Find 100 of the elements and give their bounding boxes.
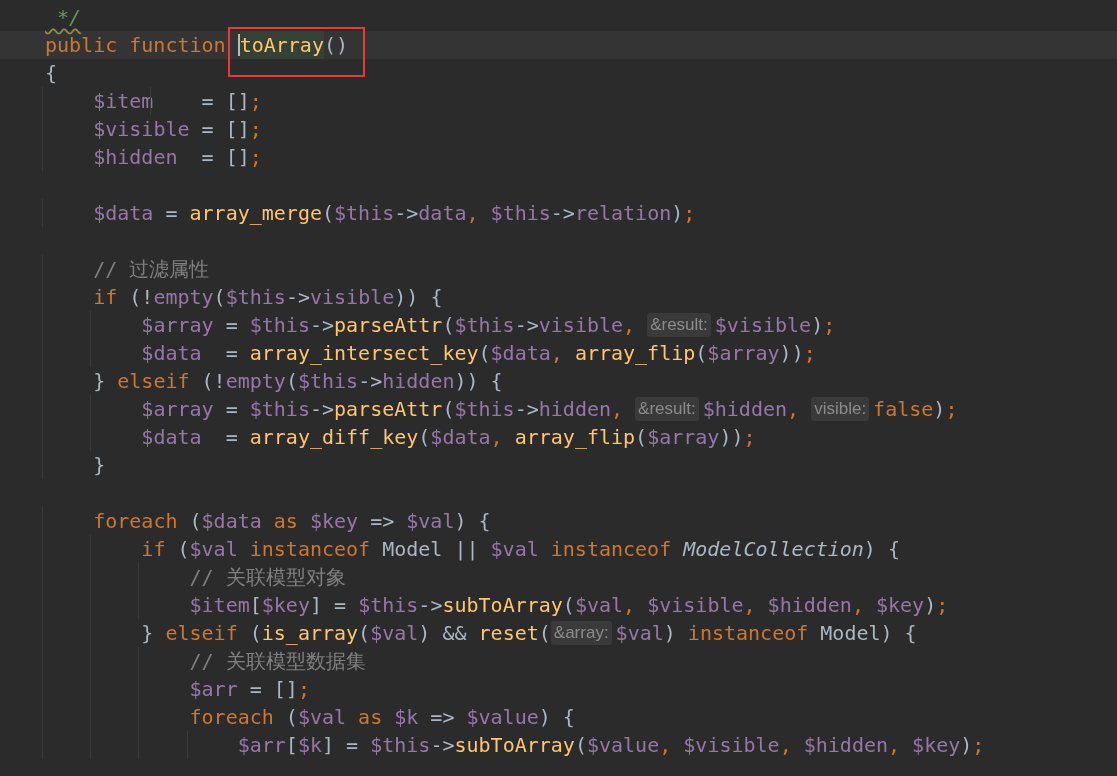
code-text: = [] (200, 115, 250, 143)
variable: $val (370, 619, 419, 647)
code-text: Model) { (820, 619, 917, 647)
keyword: public function (45, 31, 227, 59)
code-text: -> (394, 199, 419, 227)
code-text: ] = (322, 731, 360, 759)
variable: $array (45, 310, 214, 339)
keyword: ; (683, 199, 696, 227)
comment: // 关联模型对象 (45, 562, 346, 591)
variable: $hidden (45, 142, 178, 171)
variable: hidden (382, 367, 455, 395)
variable: $hidden (803, 731, 888, 759)
code-text: ) (960, 731, 973, 759)
variable: $val (615, 619, 664, 647)
variable: $val (297, 703, 347, 731)
code-text: = [] (153, 86, 250, 115)
code-text: ( (478, 339, 491, 367)
variable: $k (394, 703, 419, 731)
keyword: instanceof (686, 619, 810, 647)
code-text: ( (562, 591, 575, 619)
code-text: -> (418, 591, 443, 619)
variable: empty (153, 283, 214, 311)
variable: $data (45, 422, 202, 451)
keyword: if (45, 534, 178, 563)
code-text: ( (635, 423, 648, 451)
variable: $visible (683, 731, 780, 759)
code-text: (! (129, 283, 154, 311)
keyword: , (490, 423, 504, 451)
variable: $visible (647, 591, 744, 619)
code-text: [ (285, 731, 298, 759)
comment: // 过滤属性 (45, 254, 210, 283)
code-text: ( (442, 311, 455, 339)
comment: // 关联模型数据集 (45, 646, 366, 675)
code-text: ) { (538, 703, 575, 731)
function-name: reset (478, 619, 539, 647)
code-text: = (224, 311, 239, 339)
keyword: , (888, 731, 902, 759)
parameter-hint: &result: (635, 396, 699, 421)
function-name: parseAttr (334, 311, 443, 339)
code-text: ( (285, 703, 298, 731)
keyword: , (550, 339, 564, 367)
code-text: = (164, 199, 179, 227)
code-text: } (45, 450, 106, 479)
function-name: array_flip (574, 339, 696, 367)
keyword: ; (823, 311, 836, 339)
code-text: ( (213, 283, 226, 311)
keyword: if (45, 282, 130, 311)
keyword: ; (297, 675, 310, 703)
variable: $item (45, 86, 154, 115)
code-text: -> (550, 199, 575, 227)
code-text: = (224, 395, 239, 423)
code-text: ] = (309, 591, 348, 619)
variable: $key (876, 591, 925, 619)
code-text: ) (924, 591, 937, 619)
keyword: ; (249, 115, 262, 143)
variable: $visible (45, 114, 190, 143)
variable: $key (912, 731, 961, 759)
variable: $arr (45, 674, 238, 703)
code-text: -> (285, 283, 310, 311)
variable: $data (45, 198, 154, 227)
code-text: => (369, 507, 396, 535)
function-name: is_array (261, 619, 359, 647)
keyword: false (873, 395, 934, 423)
code-text: -> (358, 367, 383, 395)
variable: $data (45, 338, 202, 367)
function-name: parseAttr (334, 395, 443, 423)
variable: $this (490, 199, 551, 227)
variable: $val (490, 535, 539, 563)
code-text: )) { (394, 283, 443, 311)
keyword: , (466, 199, 480, 227)
keyword: , (611, 395, 625, 423)
code-text: ( (285, 367, 298, 395)
code-text: ( (321, 199, 334, 227)
keyword: foreach (45, 506, 190, 535)
code-text: Model || (382, 535, 480, 563)
code-text: ) (663, 619, 676, 647)
code-text: -> (514, 311, 539, 339)
keyword: ; (936, 591, 949, 619)
keyword: ; (249, 87, 262, 115)
keyword: , (743, 591, 757, 619)
code-text: ( (189, 507, 202, 535)
function-name: array_intersect_key (249, 339, 479, 367)
class-name: ModelCollection (683, 535, 864, 563)
code-text: = [] (248, 675, 298, 703)
doc-comment: */ (56, 3, 82, 31)
code-text: = (224, 423, 239, 451)
code-text: ( (177, 535, 190, 563)
variable: $item (45, 590, 250, 619)
text-cursor (237, 33, 240, 56)
variable: $arr (45, 730, 286, 759)
function-name: subToArray (442, 591, 563, 619)
function-name: toArray (239, 30, 324, 59)
code-text: } (45, 618, 166, 647)
code-text: -> (514, 395, 539, 423)
variable: $array (707, 339, 780, 367)
code-text: ( (695, 339, 708, 367)
variable: $k (297, 731, 322, 759)
variable: hidden (538, 395, 611, 423)
code-text: (! (201, 367, 226, 395)
variable: $this (249, 395, 310, 423)
